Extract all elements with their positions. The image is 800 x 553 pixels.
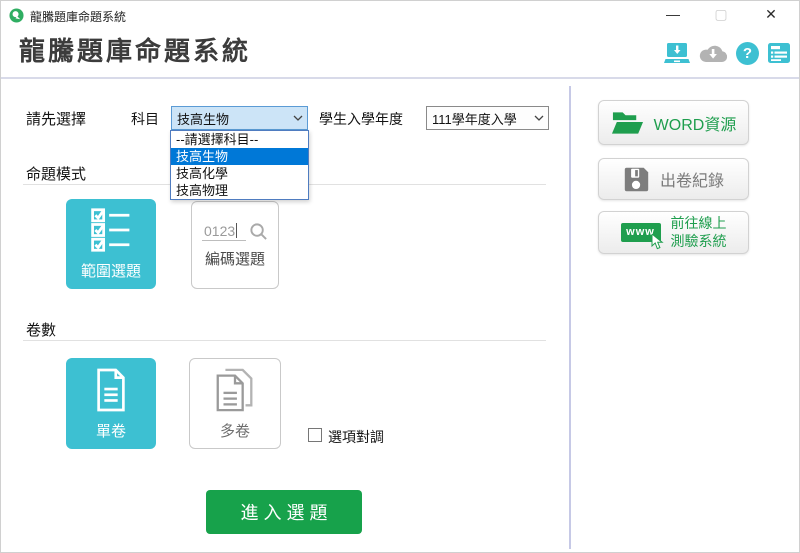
- exam-record-button[interactable]: 出卷紀錄: [598, 158, 749, 200]
- dropdown-option[interactable]: --請選擇科目--: [171, 131, 308, 148]
- online-test-label-line2: 測驗系統: [671, 233, 727, 249]
- prompt-label: 請先選擇: [26, 108, 86, 129]
- document-icon: [91, 367, 131, 413]
- checklist-icon: [88, 207, 134, 253]
- enter-selection-button[interactable]: 進入選題: [206, 490, 362, 534]
- titlebar: 龍騰題庫命題系統 — ▢ ✕: [1, 1, 800, 29]
- word-resource-button[interactable]: WORD資源: [598, 100, 749, 145]
- word-resource-label: WORD資源: [654, 111, 737, 135]
- dropdown-option-highlighted[interactable]: 技高生物: [171, 148, 308, 165]
- year-label: 學生入學年度: [319, 109, 403, 129]
- help-icon[interactable]: ?: [736, 42, 759, 65]
- app-logo-icon: [9, 8, 24, 23]
- exam-record-label: 出卷紀錄: [660, 167, 724, 191]
- header-toolbar: ?: [659, 40, 791, 66]
- single-paper-label: 單卷: [96, 420, 126, 441]
- subject-dropdown-list: --請選擇科目-- 技高生物 技高化學 技高物理: [170, 130, 309, 200]
- papers-section-title: 卷數: [26, 319, 56, 340]
- multi-paper-label: 多卷: [220, 420, 250, 441]
- subject-select-value: 技高生物: [177, 109, 293, 128]
- text-caret: [236, 223, 237, 238]
- year-select[interactable]: 111學年度入學: [426, 106, 549, 130]
- range-select-button[interactable]: 範圍選題: [66, 199, 156, 289]
- year-select-value: 111學年度入學: [432, 109, 534, 128]
- code-select-button[interactable]: 0123 編碼選題: [191, 201, 279, 289]
- dropdown-option[interactable]: 技高物理: [171, 182, 308, 199]
- swap-options-checkbox[interactable]: [308, 428, 322, 442]
- minimize-button[interactable]: —: [656, 1, 690, 27]
- section-divider: [23, 340, 546, 341]
- window-title: 龍騰題庫命題系統: [30, 8, 126, 25]
- code-input-value: 0123: [204, 223, 235, 239]
- documents-stack-icon: [212, 367, 258, 413]
- code-input-row: 0123: [202, 222, 268, 241]
- code-input[interactable]: 0123: [202, 223, 246, 241]
- range-select-label: 範圍選題: [81, 260, 141, 281]
- search-icon: [249, 222, 268, 241]
- subject-select[interactable]: 技高生物: [171, 106, 308, 130]
- app-window: 龍騰題庫命題系統 — ▢ ✕ 龍騰題庫命題系統 ?: [0, 0, 800, 553]
- multi-paper-button[interactable]: 多卷: [189, 358, 281, 449]
- vertical-divider: [569, 86, 571, 549]
- bulletin-icon[interactable]: [767, 42, 791, 64]
- cursor-arrow-icon: [651, 234, 664, 250]
- swap-options-label: 選項對調: [328, 427, 384, 447]
- online-test-label-line1: 前往線上: [671, 215, 727, 231]
- header-divider: [1, 77, 800, 79]
- save-disk-icon: [623, 166, 650, 193]
- online-test-button[interactable]: www 前往線上 測驗系統: [598, 211, 749, 254]
- laptop-download-icon[interactable]: [664, 42, 690, 65]
- folder-open-icon: [611, 110, 644, 136]
- maximize-button[interactable]: ▢: [704, 1, 738, 27]
- mode-section-title: 命題模式: [26, 163, 86, 184]
- page-title: 龍騰題庫命題系統: [19, 31, 251, 68]
- online-test-label: 前往線上 測驗系統: [671, 215, 727, 250]
- subject-label: 科目: [131, 109, 159, 129]
- chevron-down-icon: [534, 115, 544, 121]
- www-icon: www: [621, 223, 661, 242]
- single-paper-button[interactable]: 單卷: [66, 358, 156, 449]
- cloud-download-icon[interactable]: [698, 42, 728, 64]
- dropdown-option[interactable]: 技高化學: [171, 165, 308, 182]
- chevron-down-icon: [293, 115, 303, 121]
- close-button[interactable]: ✕: [754, 1, 788, 27]
- code-select-label: 編碼選題: [205, 248, 265, 269]
